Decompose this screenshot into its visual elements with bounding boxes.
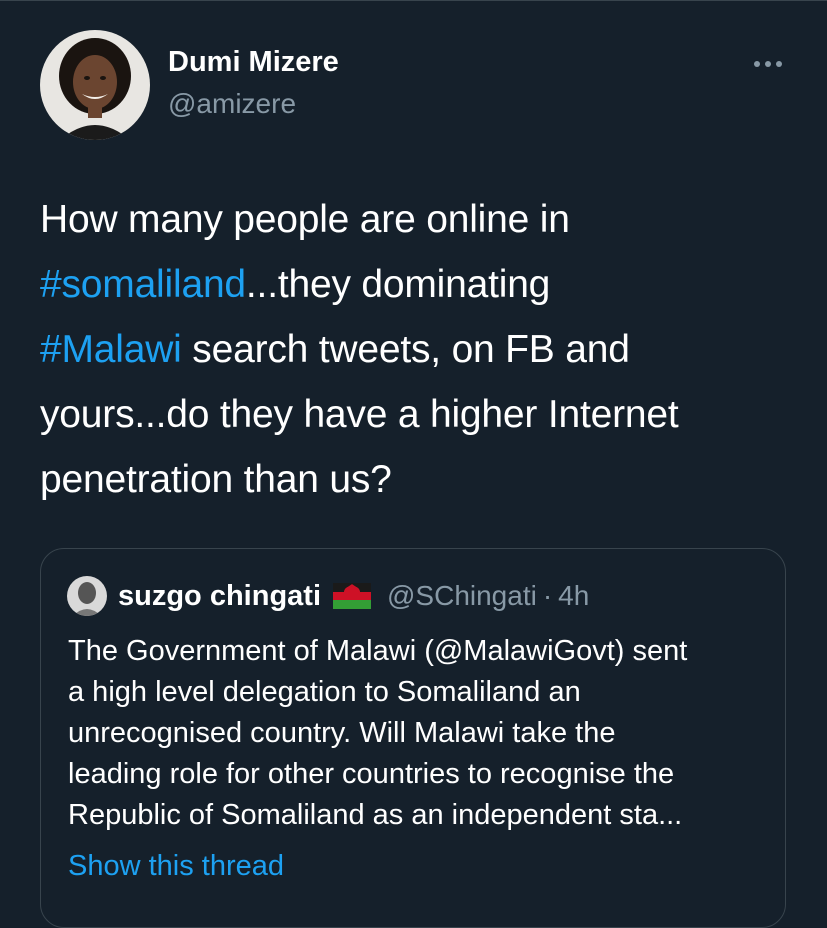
author-avatar[interactable] (40, 30, 150, 140)
quoted-author-avatar[interactable] (67, 576, 107, 616)
top-divider (0, 0, 827, 1)
tweet-text-line: How many people are online in (40, 198, 570, 241)
author-handle[interactable]: @amizere (168, 88, 296, 120)
tweet-text-fragment: ...they dominating (245, 263, 551, 306)
tweet-text-line: #Malawi search tweets, on FB and (40, 317, 800, 382)
malawi-flag-icon (333, 583, 371, 609)
quoted-tweet-text: The Government of Malawi (@MalawiGovt) s… (68, 631, 780, 836)
hashtag-malawi-link[interactable]: #Malawi (40, 328, 182, 371)
more-horizontal-icon[interactable] (751, 56, 785, 72)
tweet-text-fragment: search tweets, on FB and (181, 328, 630, 371)
author-display-name[interactable]: Dumi Mizere (168, 46, 339, 79)
tweet-text-line: yours...do they have a higher Internet (40, 393, 679, 436)
quoted-text-line: Republic of Somaliland as an independent… (68, 799, 683, 831)
hashtag-somaliland-link[interactable]: #somaliland (40, 263, 246, 306)
show-thread-link[interactable]: Show this thread (68, 846, 284, 887)
quoted-author-avatar-image (67, 576, 107, 616)
quoted-timestamp[interactable]: 4h (558, 580, 589, 612)
tweet-text-line: penetration than us? (40, 458, 392, 501)
author-avatar-image (40, 30, 150, 140)
tweet-text: How many people are online in #somalilan… (40, 187, 800, 512)
quoted-text-line: leading role for other countries to reco… (68, 758, 675, 790)
quoted-text-line: a high level delegation to Somaliland an (68, 676, 581, 708)
quoted-text-line: unrecognised country. Will Malawi take t… (68, 717, 616, 749)
quoted-separator: · (542, 580, 553, 611)
quoted-text-line: The Government of Malawi (@MalawiGovt) s… (68, 635, 688, 667)
quoted-author-display-name[interactable]: suzgo chingati (118, 580, 321, 613)
tweet-text-line: #somaliland...they dominating (40, 252, 800, 317)
quoted-tweet-header: suzgo chingati @SChingati · 4h (118, 578, 589, 614)
quoted-author-handle[interactable]: @SChingati (387, 580, 537, 612)
